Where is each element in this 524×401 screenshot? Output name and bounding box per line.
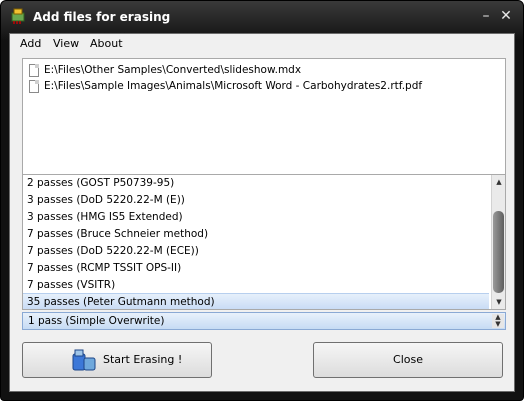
menu-bar: Add View About — [10, 34, 514, 54]
menu-about[interactable]: About — [90, 37, 123, 50]
start-erasing-label: Start Erasing ! — [103, 353, 183, 366]
minimize-icon[interactable]: – — [477, 7, 495, 25]
scroll-up-arrow-icon[interactable]: ▲ — [492, 175, 505, 189]
method-combo-box[interactable]: 1 pass (Simple Overwrite) ▲ ▼ — [22, 312, 506, 330]
method-option[interactable]: 7 passes (Bruce Schneier method) — [23, 226, 489, 243]
close-button[interactable]: Close — [313, 342, 503, 378]
scrollbar-thumb[interactable] — [493, 211, 504, 293]
scroll-down-arrow-icon[interactable]: ▼ — [492, 295, 505, 309]
title-bar[interactable]: Add files for erasing – ✕ — [1, 1, 523, 33]
file-list-item[interactable]: E:\Files\Other Samples\Converted\slidesh… — [29, 63, 499, 79]
method-option-selected[interactable]: 35 passes (Peter Gutmann method) — [23, 293, 489, 309]
method-option[interactable]: 2 passes (GOST P50739-95) — [23, 175, 489, 192]
start-erasing-button[interactable]: Start Erasing ! — [22, 342, 212, 378]
method-option[interactable]: 7 passes (VSITR) — [23, 277, 489, 294]
vertical-scrollbar[interactable]: ▲ ▼ — [491, 175, 505, 309]
menu-view[interactable]: View — [53, 37, 79, 50]
method-combo-value: 1 pass (Simple Overwrite) — [28, 315, 165, 327]
window-title: Add files for erasing — [33, 10, 171, 24]
dialog-client-area: Add View About E:\Files\Other Samples\Co… — [9, 33, 515, 392]
method-option[interactable]: 3 passes (DoD 5220.22-M (E)) — [23, 192, 489, 209]
file-path: E:\Files\Other Samples\Converted\slidesh… — [44, 64, 302, 76]
app-shredder-icon — [11, 8, 25, 24]
document-icon — [29, 80, 39, 93]
spin-arrows-icon[interactable]: ▲ ▼ — [492, 314, 504, 328]
menu-add[interactable]: Add — [20, 37, 41, 50]
eraser-tool-icon — [72, 349, 96, 371]
dialog-window: Add files for erasing – ✕ Add View About… — [0, 0, 524, 401]
method-option[interactable]: 7 passes (RCMP TSSIT OPS-II) — [23, 260, 489, 277]
document-icon — [29, 64, 39, 77]
close-icon[interactable]: ✕ — [497, 7, 515, 25]
file-list[interactable]: E:\Files\Other Samples\Converted\slidesh… — [22, 58, 506, 178]
file-list-item[interactable]: E:\Files\Sample Images\Animals\Microsoft… — [29, 79, 499, 95]
erase-method-list[interactable]: 2 passes (GOST P50739-95) 3 passes (DoD … — [22, 174, 506, 310]
method-option[interactable]: 7 passes (DoD 5220.22-M (ECE)) — [23, 243, 489, 260]
method-option[interactable]: 3 passes (HMG IS5 Extended) — [23, 209, 489, 226]
file-path: E:\Files\Sample Images\Animals\Microsoft… — [44, 80, 423, 92]
